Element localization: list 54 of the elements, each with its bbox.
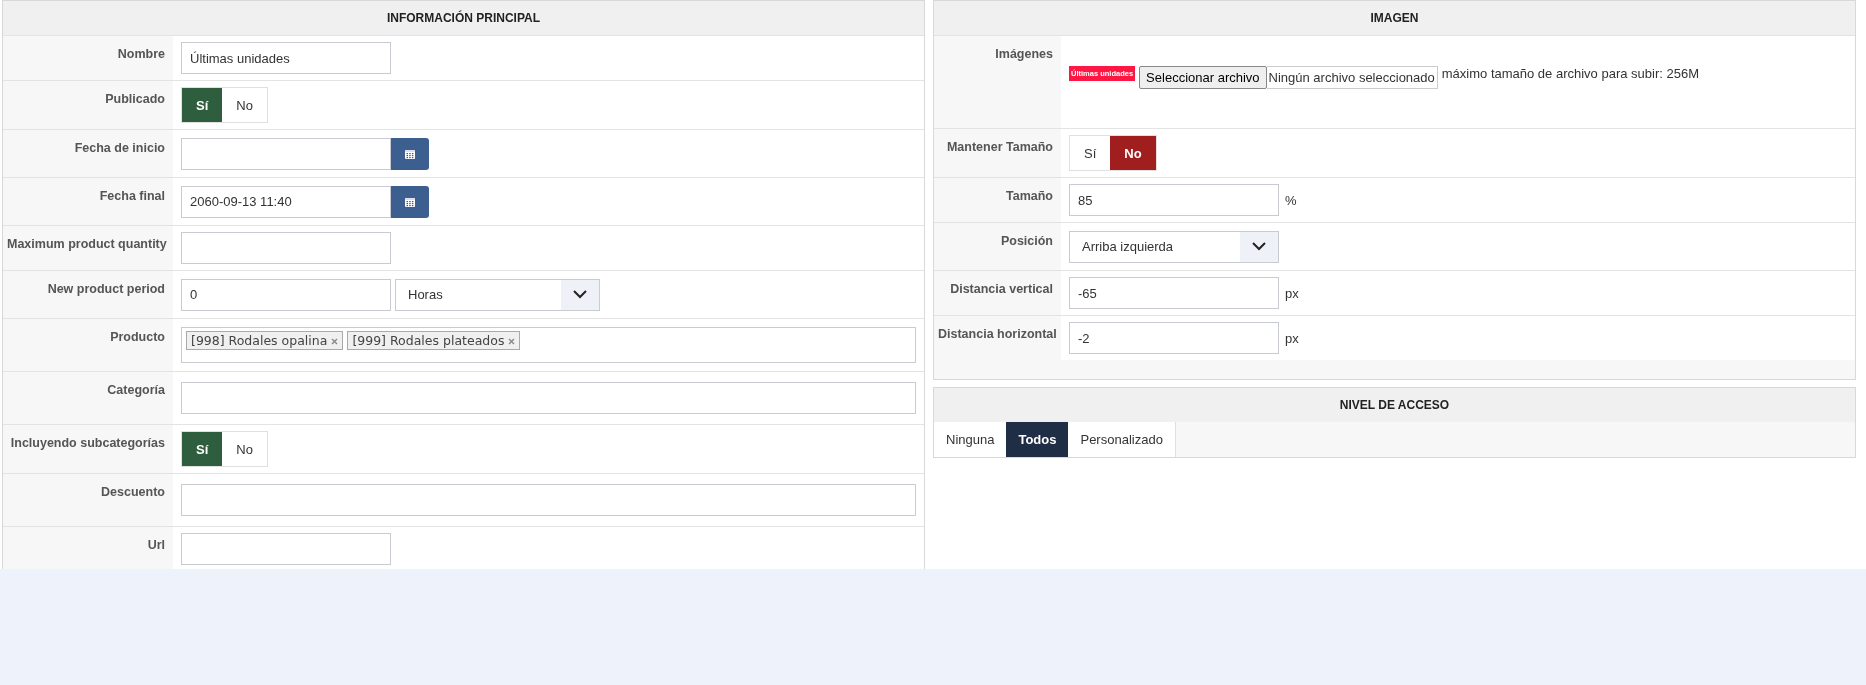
toggle-option[interactable]: Sí xyxy=(182,432,223,466)
product-select-field[interactable]: [998] Rodales opalina [999] Rodales plateados xyxy=(181,327,916,363)
field-label: Mantener Tamaño xyxy=(945,139,1054,156)
text-field[interactable]: Últimas unidades xyxy=(181,42,391,74)
field-label: Nombre xyxy=(116,46,166,63)
file-status: Ningún archivo seleccionado xyxy=(1266,66,1438,89)
date-field[interactable]: 2060-09-13 11:40 xyxy=(181,185,391,218)
unit-label: px xyxy=(1285,330,1299,346)
toggle-option[interactable]: Sí xyxy=(182,88,223,122)
calendar-icon xyxy=(404,195,416,208)
access-tab[interactable]: Todos xyxy=(1006,422,1069,457)
date-field[interactable] xyxy=(181,137,391,170)
chevron-down-icon xyxy=(573,290,587,299)
text-field[interactable] xyxy=(181,382,916,414)
calendar-icon xyxy=(404,147,416,160)
field-label: Url xyxy=(146,537,166,554)
number-field[interactable]: 0 xyxy=(181,278,391,311)
field-label: Distancia vertical xyxy=(949,281,1054,298)
field-label: New product period xyxy=(46,281,166,298)
field-label: Producto xyxy=(109,329,166,346)
calendar-button[interactable] xyxy=(391,185,429,218)
product-tag[interactable]: [998] Rodales opalina xyxy=(186,331,344,350)
field-label: Maximum product quantity xyxy=(6,236,168,253)
calendar-button[interactable] xyxy=(391,137,429,170)
number-field[interactable]: -65 xyxy=(1069,277,1279,309)
upload-limit-text: máximo tamaño de archivo para subir: 256M xyxy=(1441,66,1699,81)
product-tag[interactable]: [999] Rodales plateados xyxy=(347,331,521,350)
toggle-option[interactable]: No xyxy=(1110,136,1156,170)
remove-icon[interactable] xyxy=(508,338,516,345)
text-field[interactable] xyxy=(181,533,391,565)
field-label: Fecha final xyxy=(98,188,166,205)
position-select[interactable]: Arriba izquierda xyxy=(1069,230,1279,263)
field-label: Publicado xyxy=(104,91,166,108)
field-label: Distancia horizontal xyxy=(937,326,1058,343)
panel-title: INFORMACIÓN PRINCIPAL xyxy=(3,1,924,35)
chevron-down-icon xyxy=(1252,242,1266,251)
field-label: Fecha de inicio xyxy=(73,140,166,157)
text-field[interactable] xyxy=(181,484,916,516)
number-field[interactable]: 85 xyxy=(1069,184,1279,216)
unit-label: % xyxy=(1285,192,1297,208)
unit-select[interactable]: Horas xyxy=(395,278,600,311)
remove-icon[interactable] xyxy=(331,338,339,345)
field-label: Incluyendo subcategorías xyxy=(9,435,166,452)
unit-label: px xyxy=(1285,285,1299,301)
text-field[interactable] xyxy=(181,232,391,264)
field-label: Categoría xyxy=(106,382,166,399)
field-label: Descuento xyxy=(100,484,166,501)
field-label: Tamaño xyxy=(1005,188,1054,205)
field-label: Imágenes xyxy=(994,46,1054,63)
field-label: Posición xyxy=(999,233,1054,250)
panel-title: NIVEL DE ACCESO xyxy=(934,388,1855,422)
number-field[interactable]: -2 xyxy=(1069,322,1279,354)
panel-title: IMAGEN xyxy=(934,1,1855,35)
choose-file-button[interactable]: Seleccionar archivo xyxy=(1139,66,1267,89)
